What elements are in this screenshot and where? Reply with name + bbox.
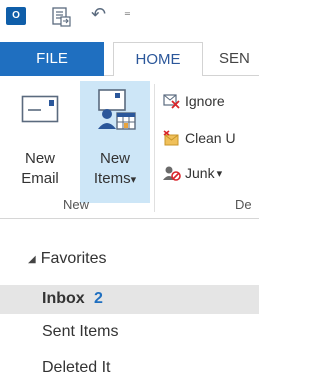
chevron-down-icon: ▾	[130, 174, 137, 186]
tab-file[interactable]: FILE	[0, 42, 104, 76]
clean-up-icon	[163, 130, 185, 146]
new-group-label: New	[63, 197, 90, 212]
ribbon-tabs: FILE HOME SEN	[0, 42, 259, 76]
new-email-label-2: Email	[21, 170, 59, 187]
clean-up-button[interactable]: Clean U	[163, 126, 236, 150]
collapse-triangle-icon[interactable]: ◢	[28, 254, 36, 265]
ignore-label: Ignore	[185, 93, 225, 109]
folder-item-inbox[interactable]: Inbox 2	[0, 285, 259, 314]
favorites-header[interactable]: ◢ Favorites	[28, 250, 107, 268]
junk-label: Junk	[185, 165, 215, 181]
junk-icon	[163, 165, 185, 181]
junk-button[interactable]: Junk ▾	[163, 161, 222, 185]
new-email-label-1: New	[24, 150, 55, 167]
favorites-label: Favorites	[40, 250, 107, 267]
envelope-icon	[21, 95, 59, 130]
undo-icon[interactable]: ↶	[91, 4, 106, 25]
new-items-label-2: Items▾	[93, 170, 137, 187]
inbox-label: Inbox	[42, 290, 85, 307]
folder-item-deleted-items[interactable]: Deleted It	[42, 359, 110, 377]
outlook-icon[interactable]: O	[6, 7, 26, 25]
folder-item-sent-items[interactable]: Sent Items	[42, 323, 118, 341]
ignore-button[interactable]: Ignore	[163, 89, 225, 113]
send-receive-icon[interactable]	[52, 7, 72, 32]
chevron-down-icon: ▾	[216, 167, 223, 180]
group-divider	[154, 84, 155, 212]
ribbon-home: New Email New Items▾ New Ignore Clean U …	[0, 76, 259, 219]
new-items-label-1: New	[99, 150, 130, 167]
quick-access-toolbar: O ↶ ₌	[0, 0, 259, 33]
new-items-button[interactable]: New Items▾	[80, 81, 150, 203]
delete-group-label: De	[235, 197, 252, 212]
tab-send-receive[interactable]: SEN	[219, 42, 250, 76]
clean-up-label: Clean U	[185, 130, 236, 146]
new-items-icon	[93, 89, 137, 136]
tab-home[interactable]: HOME	[113, 42, 203, 76]
new-email-button[interactable]: New Email	[2, 85, 78, 203]
customize-qat-icon[interactable]: ₌	[124, 4, 131, 20]
ignore-icon	[163, 93, 185, 109]
unread-count-badge: 2	[94, 290, 103, 307]
folder-pane: ◢ Favorites Inbox 2 Sent Items Deleted I…	[0, 219, 259, 376]
